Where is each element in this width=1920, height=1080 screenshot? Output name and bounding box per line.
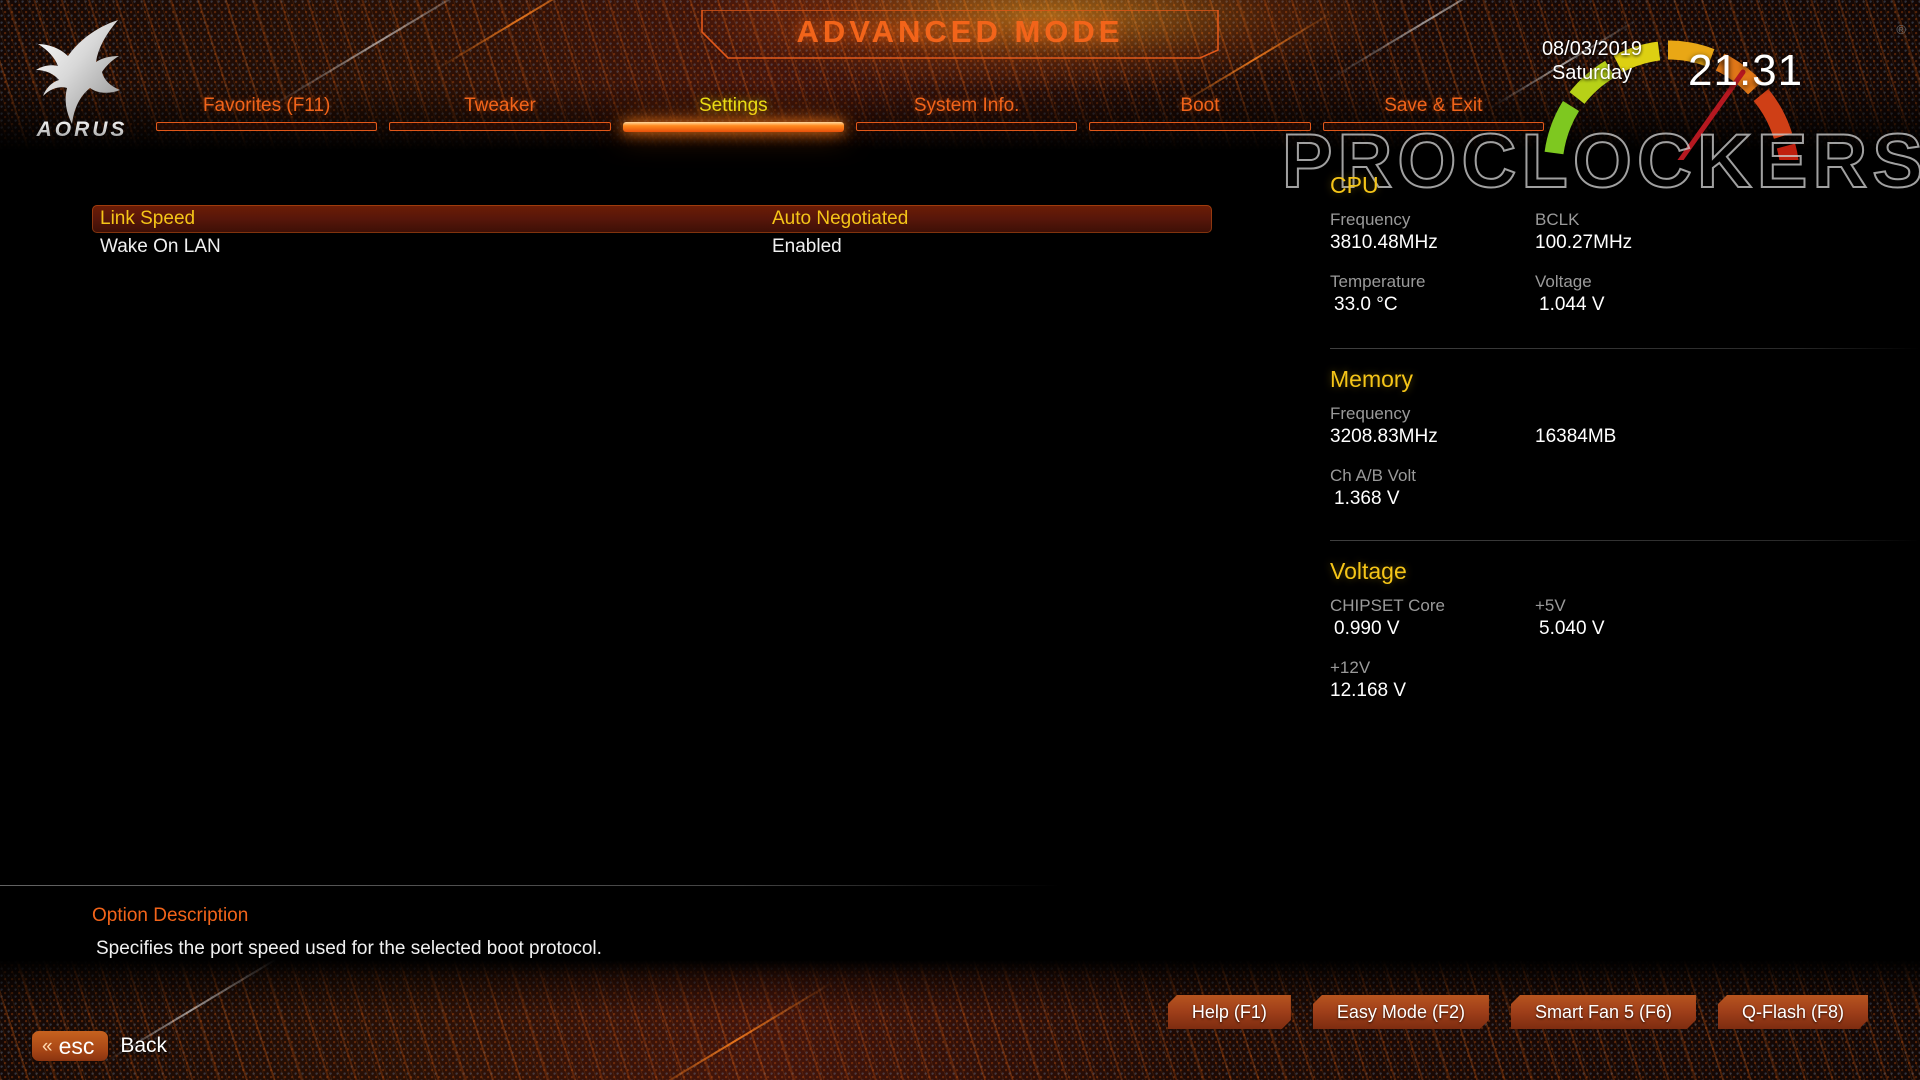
tab-underline [156, 122, 378, 131]
sensor-label: +5V [1535, 596, 1566, 615]
sensor-cell-cpu-frequency: Frequency 3810.48MHz [1330, 209, 1535, 255]
tab-label: Favorites (F11) [202, 95, 331, 116]
tab-underline [389, 122, 611, 131]
sidebar-divider [1330, 540, 1920, 541]
setting-value: Enabled [772, 236, 842, 257]
sensor-cell-memory-size: 16384MB [1535, 403, 1740, 449]
back-label: Back [120, 1034, 168, 1057]
section-title: CPU [1330, 172, 1379, 198]
tab-underline [855, 122, 1078, 131]
tab-label: Tweaker [464, 95, 536, 116]
sensor-row: Temperature 33.0 °C Voltage 1.044 V [1330, 271, 1920, 317]
clock-widget: 08/03/2019 Saturday 21:31 [1492, 20, 1912, 160]
tab-settings[interactable]: Settings [617, 95, 850, 145]
sensor-row: Frequency 3810.48MHz BCLK 100.27MHz [1330, 209, 1920, 255]
sensor-row: Frequency 3208.83MHz 16384MB [1330, 403, 1920, 449]
sensor-value: 33.0 °C [1334, 294, 1398, 315]
tab-label: Boot [1180, 95, 1220, 116]
sensor-row: Ch A/B Volt 1.368 V [1330, 465, 1920, 511]
sensor-label: Voltage [1535, 272, 1592, 291]
section-title: Voltage [1330, 558, 1407, 584]
date-block: 08/03/2019 Saturday [1492, 38, 1692, 85]
esc-key-label: esc [58, 1032, 95, 1059]
setting-label: Wake On LAN [100, 236, 221, 257]
section-title: Memory [1330, 366, 1414, 392]
sensor-value: 3810.48MHz [1330, 232, 1438, 253]
sidebar-section-voltage: Voltage CHIPSET Core 0.990 V +5V 5.040 V… [1330, 558, 1920, 703]
setting-row-link-speed[interactable]: Link Speed Auto Negotiated [92, 205, 1212, 233]
tab-boot[interactable]: Boot [1083, 95, 1316, 145]
easy-mode-button[interactable]: Easy Mode (F2) [1313, 995, 1489, 1029]
sensor-sidebar: CPU Frequency 3810.48MHz BCLK 100.27MHz … [1330, 150, 1920, 890]
sensor-cell-chipset-core: CHIPSET Core 0.990 V [1330, 595, 1535, 641]
tab-label: System Info. [913, 95, 1020, 116]
sensor-value: 1.368 V [1334, 488, 1400, 509]
clock-date: 08/03/2019 [1541, 38, 1643, 60]
sensor-label: Temperature [1330, 272, 1426, 291]
tab-tweaker[interactable]: Tweaker [383, 95, 616, 145]
setting-row-wake-on-lan[interactable]: Wake On LAN Enabled [92, 233, 1342, 261]
sensor-cell-ch-ab-volt: Ch A/B Volt 1.368 V [1330, 465, 1535, 511]
help-button[interactable]: Help (F1) [1168, 995, 1291, 1029]
sensor-row: CHIPSET Core 0.990 V +5V 5.040 V [1330, 595, 1920, 641]
sensor-cell-cpu-voltage: Voltage 1.044 V [1535, 271, 1740, 317]
tab-favorites[interactable]: Favorites (F11) [150, 95, 383, 145]
sensor-value: 12.168 V [1330, 680, 1407, 701]
settings-list: Link Speed Auto Negotiated Wake On LAN E… [92, 205, 1342, 261]
tab-underline-active [622, 122, 844, 132]
tab-underline [1089, 122, 1311, 131]
main-content: Link Speed Auto Negotiated Wake On LAN E… [0, 150, 1440, 890]
smart-fan-button[interactable]: Smart Fan 5 (F6) [1511, 995, 1696, 1029]
aorus-wordmark: AORUS [22, 118, 142, 142]
option-description-text: Specifies the port speed used for the se… [96, 938, 602, 959]
sensor-label: Frequency [1330, 404, 1411, 423]
tab-system-info[interactable]: System Info. [850, 95, 1083, 145]
sensor-cell-plus-12v: +12V 12.168 V [1330, 657, 1535, 703]
sensor-value: 1.044 V [1539, 294, 1605, 315]
clock-time: 21:31 [1688, 46, 1804, 95]
q-flash-button[interactable]: Q-Flash (F8) [1718, 995, 1868, 1029]
sidebar-section-cpu: CPU Frequency 3810.48MHz BCLK 100.27MHz … [1330, 172, 1920, 317]
advanced-mode-title: ADVANCED MODE [796, 14, 1124, 49]
sensor-label: Frequency [1330, 210, 1411, 229]
main-navigation: Favorites (F11) Tweaker Settings System … [150, 95, 1550, 145]
description-divider [0, 885, 1060, 886]
sensor-cell-bclk: BCLK 100.27MHz [1535, 209, 1740, 255]
sensor-value: 3208.83MHz [1330, 426, 1438, 447]
esc-key-pill[interactable]: « esc [32, 1031, 109, 1061]
setting-label: Link Speed [100, 208, 196, 229]
sensor-cell-plus-5v: +5V 5.040 V [1535, 595, 1740, 641]
sensor-cell-memory-frequency: Frequency 3208.83MHz [1330, 403, 1535, 449]
sensor-value: 100.27MHz [1535, 232, 1633, 253]
sensor-cell-cpu-temperature: Temperature 33.0 °C [1330, 271, 1535, 317]
tab-label: Settings [698, 95, 768, 116]
esc-back-control[interactable]: « esc Back [32, 1030, 167, 1062]
sensor-value: 16384MB [1535, 426, 1617, 447]
sidebar-section-memory: Memory Frequency 3208.83MHz 16384MB Ch A… [1330, 366, 1920, 511]
sensor-label: +12V [1330, 658, 1371, 677]
sidebar-divider [1330, 348, 1920, 349]
sensor-label: CHIPSET Core [1330, 596, 1445, 615]
sensor-value: 5.040 V [1539, 618, 1605, 639]
function-button-bar: Help (F1) Easy Mode (F2) Smart Fan 5 (F6… [1168, 995, 1868, 1029]
clock-day: Saturday [1551, 62, 1633, 84]
sensor-row: +12V 12.168 V [1330, 657, 1920, 703]
option-description-title: Option Description [92, 905, 249, 926]
sensor-value: 0.990 V [1334, 618, 1400, 639]
double-chevron-left-icon: « [42, 1035, 53, 1057]
setting-value: Auto Negotiated [772, 208, 909, 229]
sensor-label: BCLK [1535, 210, 1580, 229]
sensor-label: Ch A/B Volt [1330, 466, 1416, 485]
registered-trademark-icon: ® [1896, 22, 1906, 37]
